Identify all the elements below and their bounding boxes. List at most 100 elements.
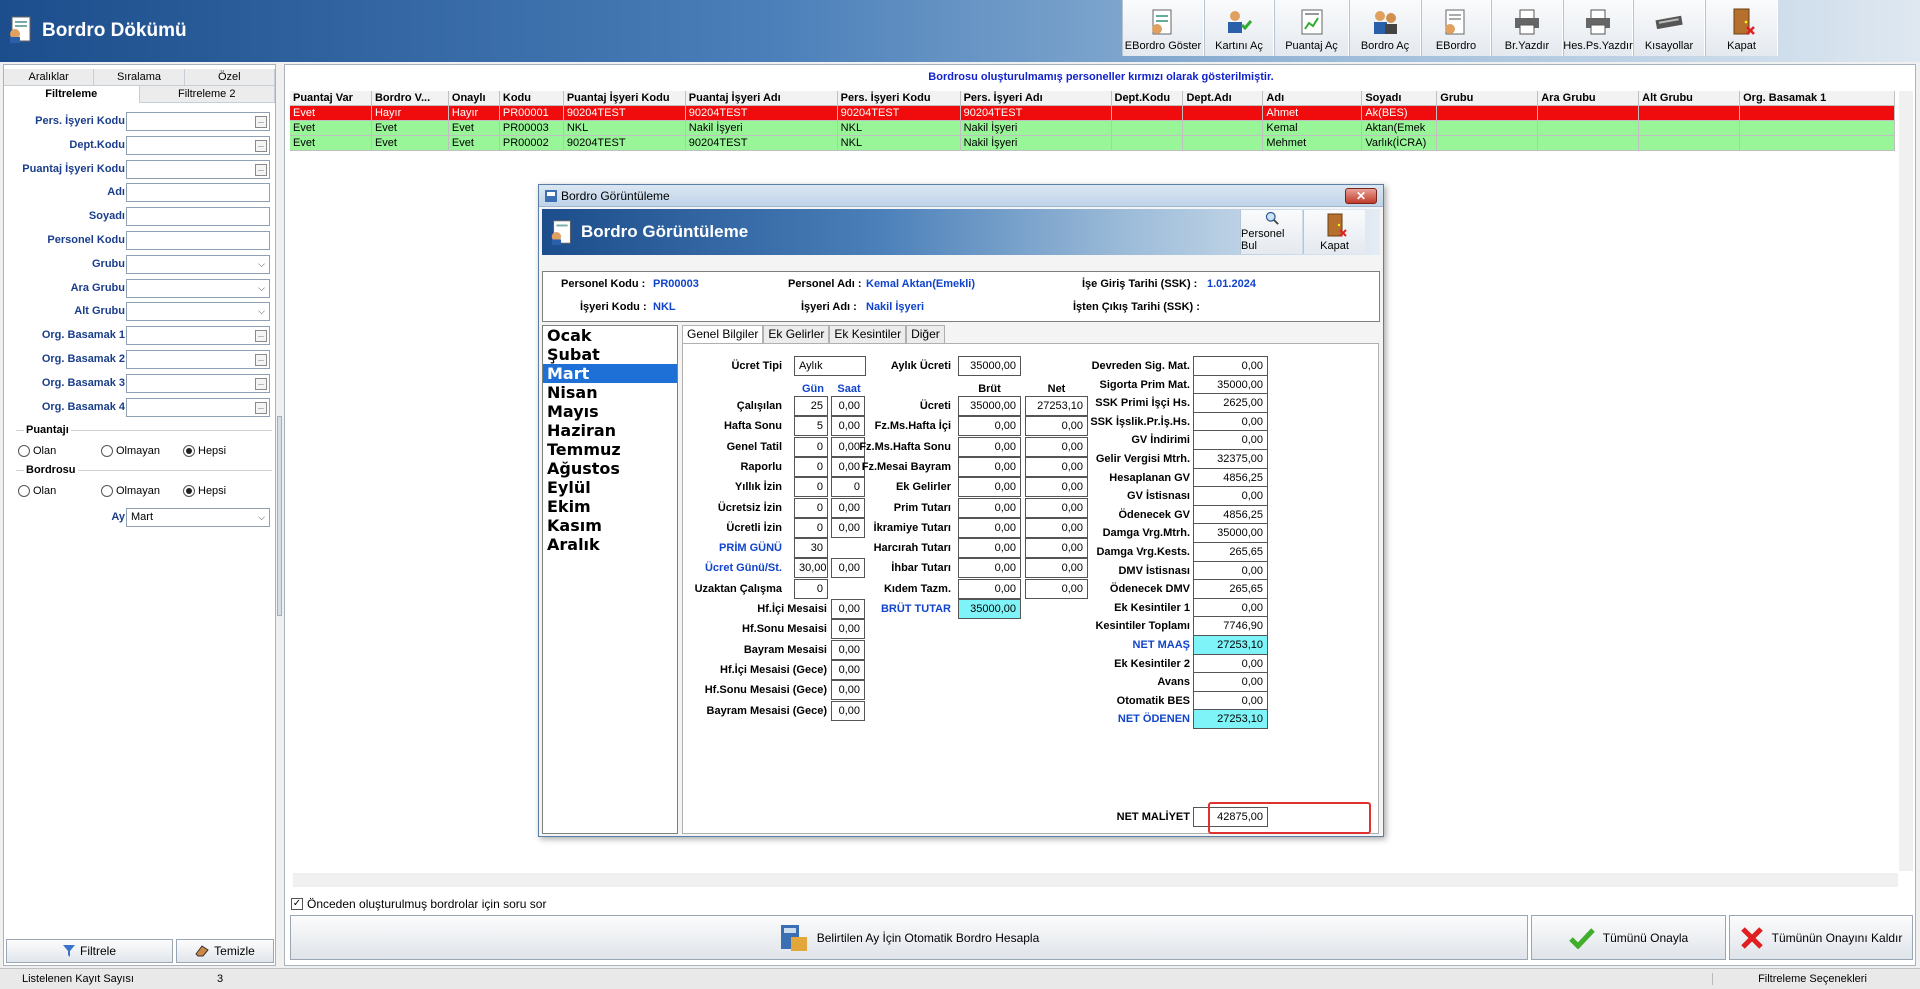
grid-column-header[interactable]: Pers. İşyeri Adı (960, 91, 1112, 106)
day-gun-field[interactable]: 0 (794, 456, 828, 477)
filter-input[interactable]: ⌵ (126, 278, 270, 298)
grid-column-header[interactable]: Onaylı (448, 91, 500, 106)
earning-net-field[interactable]: 0,00 (1025, 497, 1088, 518)
vertical-scrollbar[interactable] (1899, 91, 1913, 871)
grid-cell[interactable] (1740, 121, 1896, 136)
panel-splitter[interactable] (277, 416, 282, 616)
filter-input[interactable]: ... (126, 350, 270, 369)
filter-tab-bottom-1[interactable]: Filtreleme (4, 86, 140, 103)
mesai-field[interactable]: 0,00 (831, 680, 865, 701)
mesai-field[interactable]: 0,00 (831, 700, 865, 721)
earning-brut-field[interactable]: 35000,00 (958, 396, 1021, 416)
summary-field[interactable]: 0,00 (1193, 411, 1268, 432)
grid-cell[interactable]: Nakil İşyeri (685, 121, 838, 136)
ellipsis-button[interactable]: ... (255, 377, 267, 390)
ellipsis-button[interactable]: ... (255, 163, 267, 176)
day-gun-field[interactable]: 0 (794, 436, 828, 457)
grid-column-header[interactable]: Alt Grubu (1639, 91, 1741, 106)
filter-button[interactable]: Filtrele (6, 939, 173, 963)
uzaktan-field[interactable]: 0 (794, 578, 828, 599)
grid-cell[interactable]: 90204TEST (837, 106, 961, 121)
grid-row[interactable]: Evet Evet Evet PR00002 90204TEST 90204TEST NKL… (290, 136, 1896, 151)
earning-brut-field[interactable]: 0,00 (958, 497, 1021, 518)
earning-net-field[interactable]: 0,00 (1025, 436, 1088, 457)
filter-options-link[interactable]: Filtreleme Seçenekleri (1712, 973, 1912, 985)
ask-checkbox-row[interactable]: ✓ Önceden oluşturulmuş bordrolar için so… (291, 897, 546, 911)
grid-cell[interactable] (1538, 136, 1640, 151)
filter-tab-bottom-2[interactable]: Filtreleme 2 (139, 86, 275, 103)
grid-cell[interactable] (1437, 106, 1539, 121)
summary-field[interactable]: 0,00 (1193, 560, 1268, 581)
grid-column-header[interactable]: Puantaj İşyeri Kodu (563, 91, 686, 106)
grid-cell[interactable] (1639, 136, 1741, 151)
radio-dot[interactable] (183, 485, 195, 497)
grid-cell[interactable]: Varlık(İCRA) (1362, 136, 1438, 151)
bordro-radio-3[interactable]: Hepsi (183, 485, 226, 497)
puantaj-radio-2[interactable]: Olmayan (101, 445, 160, 457)
ucret-gunu-field[interactable]: 30,00 (794, 558, 828, 579)
grid-cell[interactable] (1437, 121, 1539, 136)
toolbar-button-3[interactable]: Puantaj Aç (1274, 0, 1349, 56)
toolbar-button-4[interactable]: Bordro Aç (1349, 0, 1421, 56)
grid-column-header[interactable]: Soyadı (1362, 91, 1438, 106)
earning-net-field[interactable]: 0,00 (1025, 538, 1088, 559)
bordro-radio-2[interactable]: Olmayan (101, 485, 160, 497)
summary-field[interactable]: 27253,10 (1193, 635, 1268, 655)
filter-input[interactable]: ... (126, 373, 270, 393)
grid-cell[interactable]: Hayır (448, 106, 500, 121)
ucret-tipi-field[interactable]: Aylık (794, 356, 866, 376)
earning-brut-field[interactable]: 0,00 (958, 578, 1021, 599)
month-item[interactable]: Ağustos (543, 459, 677, 478)
grid-cell[interactable]: Nakil İşyeri (960, 121, 1112, 136)
grid-cell[interactable]: Kemal (1263, 121, 1363, 136)
grid-cell[interactable] (1740, 106, 1896, 121)
ask-checkbox[interactable]: ✓ (291, 898, 303, 910)
summary-field[interactable]: 0,00 (1193, 430, 1268, 451)
grid-cell[interactable]: Hayır (371, 106, 449, 121)
earning-brut-field[interactable]: 0,00 (958, 517, 1021, 538)
day-gun-field[interactable]: 0 (794, 477, 828, 498)
horizontal-scrollbar[interactable] (293, 873, 1898, 887)
month-item[interactable]: Mayıs (543, 402, 677, 421)
radio-dot[interactable] (101, 445, 113, 457)
grid-column-header[interactable]: Puantaj Var (290, 91, 372, 106)
aylik-ucret-field[interactable]: 35000,00 (958, 356, 1021, 376)
grid-cell[interactable] (1639, 106, 1741, 121)
grid-cell[interactable]: 90204TEST (685, 106, 838, 121)
grid-cell[interactable] (1183, 136, 1264, 151)
grid-cell[interactable]: 90204TEST (563, 106, 686, 121)
grid-cell[interactable]: 90204TEST (685, 136, 838, 151)
grid-cell[interactable] (1111, 106, 1184, 121)
ellipsis-button[interactable]: ... (255, 354, 267, 366)
bordro-radio-1[interactable]: Olan (18, 485, 56, 497)
month-item[interactable]: Ocak (543, 326, 677, 345)
grid-column-header[interactable]: Kodu (499, 91, 564, 106)
grid-cell[interactable] (1437, 136, 1539, 151)
mesai-field[interactable]: 0,00 (831, 639, 865, 660)
grid-cell[interactable]: Ahmet (1263, 106, 1363, 121)
grid-column-header[interactable]: Pers. İşyeri Kodu (837, 91, 961, 106)
filter-input[interactable]: ... (126, 159, 270, 179)
dialog-tab-4[interactable]: Diğer (906, 325, 945, 343)
toolbar-button-2[interactable]: Kartını Aç (1204, 0, 1274, 56)
summary-field[interactable]: 0,00 (1193, 356, 1268, 376)
summary-field[interactable]: 0,00 (1193, 597, 1268, 618)
filter-input[interactable]: ⌵ (126, 302, 270, 322)
earning-net-field[interactable]: 27253,10 (1025, 396, 1088, 416)
month-item[interactable]: Kasım (543, 516, 677, 535)
grid-column-header[interactable]: Ara Grubu (1538, 91, 1640, 106)
summary-field[interactable]: 4856,25 (1193, 467, 1268, 488)
toolbar-button-6[interactable]: Br.Yazdır (1491, 0, 1563, 56)
mesai-field[interactable]: 0,00 (831, 659, 865, 680)
day-gun-field[interactable]: 5 (794, 416, 828, 437)
brut-tutar-field[interactable]: 35000,00 (958, 599, 1021, 619)
summary-field[interactable]: 32375,00 (1193, 449, 1268, 469)
grid-column-header[interactable]: Adı (1263, 91, 1363, 106)
radio-dot[interactable] (101, 485, 113, 497)
month-item[interactable]: Haziran (543, 421, 677, 440)
summary-field[interactable]: 35000,00 (1193, 523, 1268, 544)
summary-field[interactable]: 7746,90 (1193, 616, 1268, 637)
summary-field[interactable]: 27253,10 (1193, 709, 1268, 730)
filter-input[interactable] (126, 207, 270, 227)
unapprove-all-button[interactable]: Tümünün Onayını Kaldır (1729, 915, 1913, 960)
